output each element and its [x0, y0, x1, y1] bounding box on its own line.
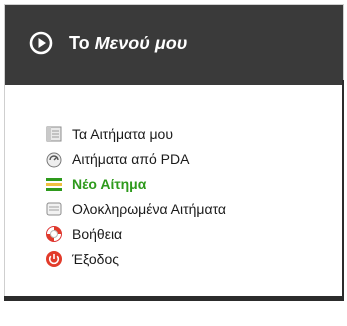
menu-list: Τα Αιτήματα μου Αιτήματα από PDA Νέο Αίτ… — [45, 121, 226, 271]
document-list-icon — [46, 126, 62, 141]
menu-item-label: Έξοδος — [72, 250, 119, 267]
menu-title: Το Μενού μου — [69, 33, 187, 54]
menu-item-pda-requests[interactable]: Αιτήματα από PDA — [45, 146, 226, 171]
menu-title-emph: Μενού μου — [94, 33, 188, 53]
menu-item-my-requests[interactable]: Τα Αιτήματα μου — [45, 121, 226, 146]
menu-item-label: Νέο Αίτημα — [72, 175, 147, 192]
new-request-icon — [46, 177, 62, 191]
menu-item-new-request[interactable]: Νέο Αίτημα — [45, 171, 226, 196]
completed-list-icon — [46, 202, 62, 215]
menu-item-label: Τα Αιτήματα μου — [72, 125, 173, 142]
menu-item-label: Αιτήματα από PDA — [72, 150, 190, 167]
menu-title-prefix: Το — [69, 33, 95, 53]
help-lifebuoy-icon — [46, 225, 62, 242]
menu-item-label: Ολοκληρωμένα Αιτήματα — [72, 200, 227, 217]
my-menu-panel: Το Μενού μου Τα Αιτήματα μου Αιτήματα απ… — [4, 4, 344, 300]
panel-bottom-border — [4, 296, 344, 301]
panel-right-border — [342, 80, 344, 298]
menu-item-label: Βοήθεια — [72, 225, 123, 242]
menu-item-help[interactable]: Βοήθεια — [45, 221, 226, 246]
menu-item-exit[interactable]: Έξοδος — [45, 246, 226, 271]
pda-device-icon — [46, 152, 62, 167]
play-circle-icon — [29, 31, 53, 55]
exit-power-icon — [46, 250, 62, 267]
menu-item-completed-requests[interactable]: Ολοκληρωμένα Αιτήματα — [45, 196, 226, 221]
menu-header: Το Μενού μου — [5, 5, 343, 85]
